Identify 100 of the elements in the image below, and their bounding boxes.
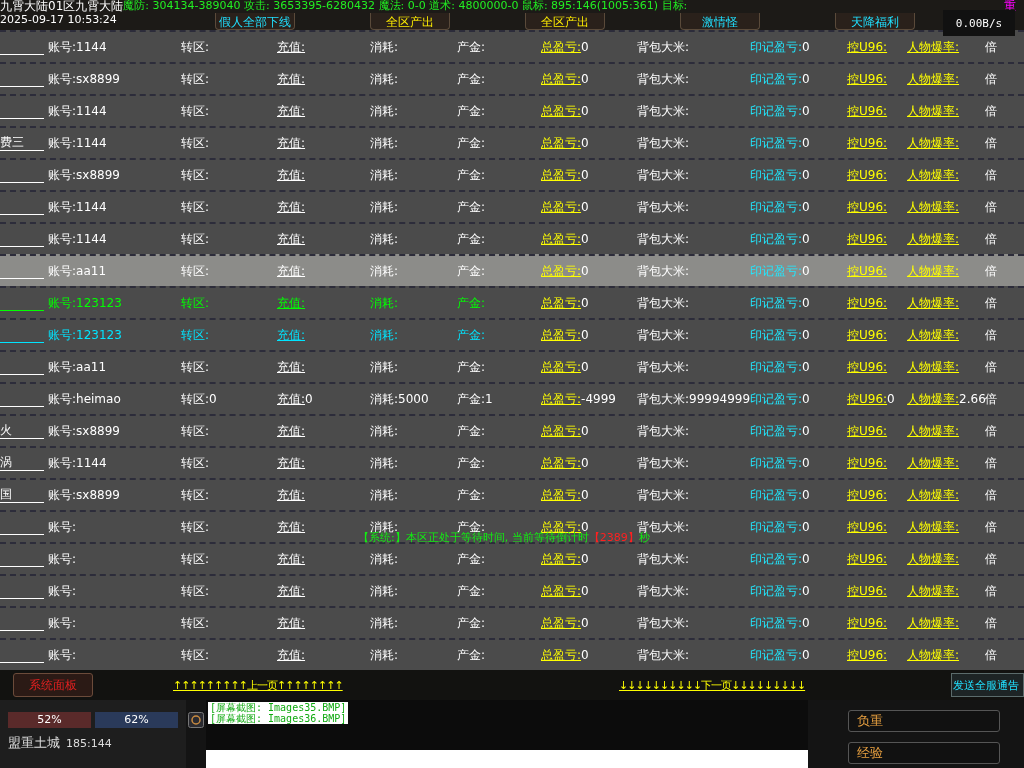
account-row[interactable]: 账号:1144 转区: 充值: 消耗: 产金: 总盈亏:0 背包大米: 印记盈亏:0 控U96: 人物爆率: 倍 [0, 190, 1024, 222]
cell-text[interactable]: 控U96: [847, 230, 907, 248]
top-button[interactable]: 天降福利 [835, 13, 915, 30]
cell-text[interactable]: 人物爆率: [907, 134, 985, 152]
account-row[interactable]: 账号: 转区: 充值: 消耗: 产金: 总盈亏:0 背包大米: 印记盈亏:0 控U96: 人物爆率: 倍 [0, 542, 1024, 574]
cell-text[interactable]: 人物爆率: [907, 454, 985, 472]
chat-mode-icon[interactable] [188, 712, 204, 728]
cell-text[interactable]: 充值: [277, 486, 370, 504]
account-row[interactable]: 账号:aa11 转区: 充值: 消耗: 产金: 总盈亏:0 背包大米: 印记盈亏:0 控U96: 人物爆率: 倍 [0, 350, 1024, 382]
cell-text[interactable]: 充值: [277, 422, 370, 440]
cell-text[interactable]: 人物爆率: [907, 614, 985, 632]
cell-text[interactable]: 控U96:0 [847, 390, 907, 408]
cell-text[interactable]: 总盈亏:0 [541, 550, 637, 568]
cell-text[interactable]: 总盈亏:0 [541, 646, 637, 664]
account-row[interactable]: 账号:123123 转区: 充值: 消耗: 产金: 总盈亏:0 背包大米: 印记盈亏:0 控U96: 人物爆率: 倍 [0, 318, 1024, 350]
cell-text[interactable]: 控U96: [847, 198, 907, 216]
account-row[interactable]: 费三 账号:1144 转区: 充值: 消耗: 产金: 总盈亏:0 背包大米: 印记盈亏:0 控U96: 人物爆率: 倍 [0, 126, 1024, 158]
account-row[interactable]: 账号: 转区: 充值: 消耗: 产金: 总盈亏:0 背包大米: 印记盈亏:0 控U96: 人物爆率: 倍 [0, 574, 1024, 606]
cell-text[interactable]: 控U96: [847, 646, 907, 664]
cell-text[interactable]: 人物爆率: [907, 198, 985, 216]
cell-text[interactable]: 总盈亏:0 [541, 198, 637, 216]
top-button[interactable]: 激情怪 [680, 13, 760, 30]
cell-text[interactable]: 人物爆率: [907, 102, 985, 120]
cell-text[interactable]: 控U96: [847, 614, 907, 632]
cell-text[interactable]: 人物爆率: [907, 422, 985, 440]
cell-text[interactable]: 总盈亏:0 [541, 582, 637, 600]
account-row[interactable]: 涡 账号:1144 转区: 充值: 消耗: 产金: 总盈亏:0 背包大米: 印记盈亏:0 控U96: 人物爆率: 倍 [0, 446, 1024, 478]
next-page-link[interactable]: ↓↓↓↓↓↓↓↓↓↓下一页↓↓↓↓↓↓↓↓↓ [619, 677, 891, 693]
account-row[interactable]: 账号:sx8899 转区: 充值: 消耗: 产金: 总盈亏:0 背包大米: 印记盈亏:0 控U96: 人物爆率: 倍 [0, 62, 1024, 94]
cell-text[interactable]: 人物爆率: [907, 550, 985, 568]
top-button[interactable]: 全区产出 [370, 13, 450, 30]
cell-text[interactable]: 控U96: [847, 486, 907, 504]
cell-text[interactable]: 控U96: [847, 38, 907, 56]
cell-text[interactable]: 充值:0 [277, 390, 370, 408]
cell-text[interactable]: 人物爆率: [907, 230, 985, 248]
top-button[interactable]: 假人全部下线 [215, 13, 295, 30]
cell-text[interactable]: 总盈亏:0 [541, 38, 637, 56]
cell-text[interactable]: 控U96: [847, 582, 907, 600]
cell-text[interactable]: 总盈亏:0 [541, 134, 637, 152]
system-panel-button[interactable]: 系统面板 [13, 673, 93, 697]
cell-text[interactable]: 总盈亏:0 [541, 486, 637, 504]
cell-text[interactable]: 控U96: [847, 134, 907, 152]
cell-text[interactable]: 充值: [277, 614, 370, 632]
cell-text[interactable]: 充值: [277, 134, 370, 152]
account-row[interactable]: 账号: 转区: 充值: 消耗: 产金: 总盈亏:0 背包大米: 印记盈亏:0 控U96: 人物爆率: 倍 [0, 606, 1024, 638]
cell-text[interactable]: 人物爆率: [907, 358, 985, 376]
account-row[interactable]: 账号:123123 转区: 充值: 消耗: 产金: 总盈亏:0 背包大米: 印记盈亏:0 控U96: 人物爆率: 倍 [0, 286, 1024, 318]
cell-text[interactable]: 充值: [277, 550, 370, 568]
cell-text[interactable]: 总盈亏:0 [541, 294, 637, 312]
cell-text[interactable]: 人物爆率: [907, 486, 985, 504]
broadcast-button[interactable]: 发送全服通告 [951, 673, 1024, 697]
cell-text[interactable]: 总盈亏:0 [541, 70, 637, 88]
cell-text[interactable]: 人物爆率:2.66 [907, 390, 985, 408]
cell-text[interactable]: 充值: [277, 38, 370, 56]
cell-text[interactable]: 人物爆率: [907, 70, 985, 88]
cell-text[interactable]: 充值: [277, 358, 370, 376]
cell-text[interactable]: 充值: [277, 646, 370, 664]
cell-text[interactable]: 控U96: [847, 166, 907, 184]
account-row[interactable]: 国 账号:sx8899 转区: 充值: 消耗: 产金: 总盈亏:0 背包大米: 印记盈亏:0 控U96: 人物爆率: 倍 [0, 478, 1024, 510]
account-row[interactable]: 账号:heimao 转区:0 充值:0 消耗:5000 产金:1 总盈亏:-4999 背包大米:99994999印记盈亏:0 控U96:0 人物爆率:2.66倍 [0, 382, 1024, 414]
cell-text[interactable]: 充值: [277, 198, 370, 216]
top-button[interactable]: 全区产出 [525, 13, 605, 30]
account-row[interactable]: 账号:sx8899 转区: 充值: 消耗: 产金: 总盈亏:0 背包大米: 印记盈亏:0 控U96: 人物爆率: 倍 [0, 158, 1024, 190]
cell-text[interactable]: 充值: [277, 454, 370, 472]
cell-text[interactable]: 总盈亏:0 [541, 358, 637, 376]
cell-text[interactable]: 控U96: [847, 102, 907, 120]
account-row[interactable]: 账号:1144 转区: 充值: 消耗: 产金: 总盈亏:0 背包大米: 印记盈亏:0 控U96: 人物爆率: 倍 [0, 94, 1024, 126]
account-row[interactable]: 账号:1144 转区: 充值: 消耗: 产金: 总盈亏:0 背包大米: 印记盈亏:0 控U96: 人物爆率: 倍 [0, 30, 1024, 62]
cell-text[interactable]: 控U96: [847, 518, 907, 536]
cell-text[interactable]: 总盈亏:0 [541, 454, 637, 472]
cell-text[interactable]: 人物爆率: [907, 326, 985, 344]
cell-text[interactable]: 总盈亏:-4999 [541, 390, 637, 408]
cell-text[interactable]: 控U96: [847, 326, 907, 344]
cell-text[interactable]: 充值: [277, 230, 370, 248]
cell-text[interactable]: 人物爆率: [907, 166, 985, 184]
cell-text[interactable]: 总盈亏:0 [541, 422, 637, 440]
cell-text[interactable]: 充值: [277, 326, 370, 344]
cell-text[interactable]: 充值: [277, 102, 370, 120]
cell-text[interactable]: 充值: [277, 70, 370, 88]
account-row[interactable]: 账号: 转区: 充值: 消耗: 产金: 总盈亏:0 背包大米: 印记盈亏:0 控U96: 人物爆率: 倍 [0, 638, 1024, 670]
account-row[interactable]: 账号:1144 转区: 充值: 消耗: 产金: 总盈亏:0 背包大米: 印记盈亏:0 控U96: 人物爆率: 倍 [0, 222, 1024, 254]
cell-text[interactable]: 人物爆率: [907, 518, 985, 536]
cell-text[interactable]: 人物爆率: [907, 38, 985, 56]
account-row[interactable]: 火 账号:sx8899 转区: 充值: 消耗: 产金: 总盈亏:0 背包大米: 印记盈亏:0 控U96: 人物爆率: 倍 [0, 414, 1024, 446]
prev-page-link[interactable]: ↑↑↑↑↑↑↑↑↑上一页↑↑↑↑↑↑↑↑ [173, 677, 425, 693]
cell-text[interactable]: 充值: [277, 166, 370, 184]
cell-text[interactable]: 人物爆率: [907, 646, 985, 664]
cell-text[interactable]: 控U96: [847, 294, 907, 312]
cell-text[interactable]: 总盈亏:0 [541, 326, 637, 344]
cell-text[interactable]: 控U96: [847, 454, 907, 472]
cell-text[interactable]: 充值: [277, 294, 370, 312]
cell-text[interactable]: 总盈亏:0 [541, 230, 637, 248]
cell-text[interactable]: 控U96: [847, 70, 907, 88]
cell-text[interactable]: 控U96: [847, 550, 907, 568]
cell-text[interactable]: 人物爆率: [907, 582, 985, 600]
cell-text[interactable]: 总盈亏:0 [541, 102, 637, 120]
cell-text[interactable]: 充值: [277, 582, 370, 600]
cell-text[interactable]: 控U96: [847, 422, 907, 440]
cell-text[interactable]: 总盈亏:0 [541, 614, 637, 632]
chat-input[interactable] [206, 750, 808, 768]
